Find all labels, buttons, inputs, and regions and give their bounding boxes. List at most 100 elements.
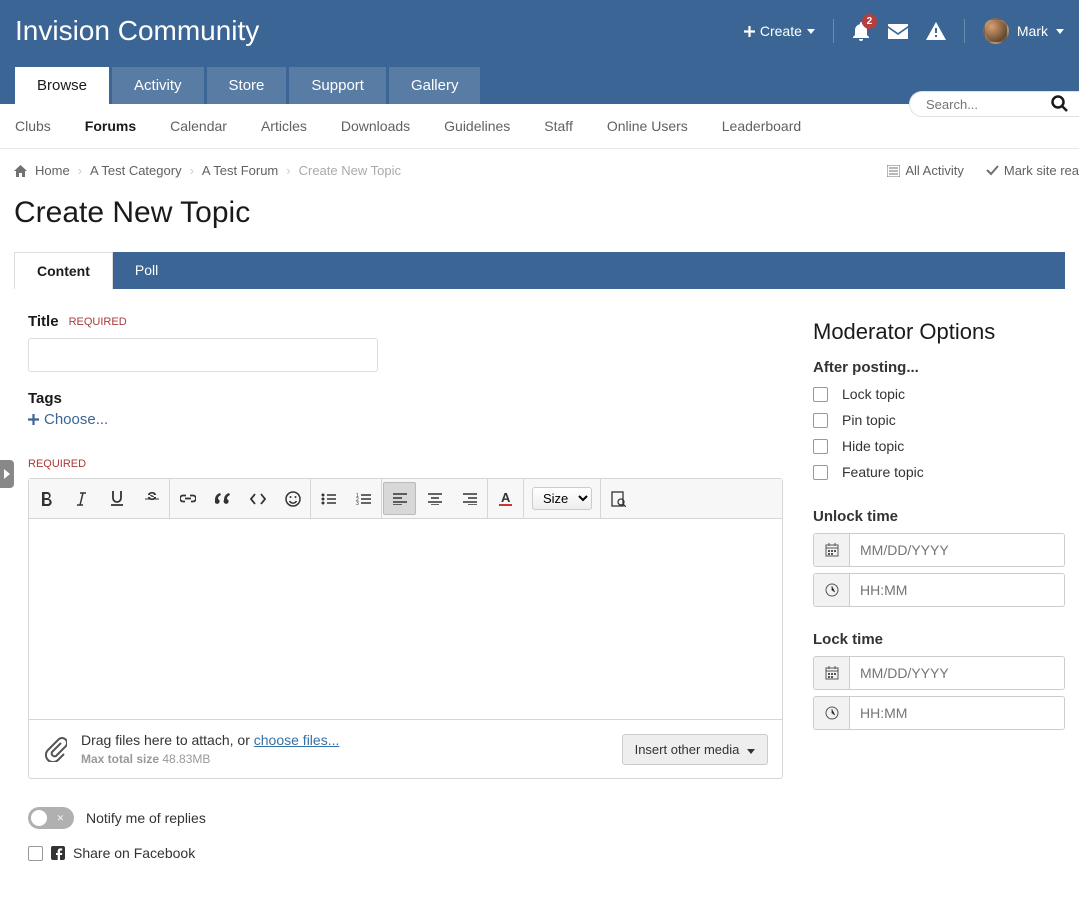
side-drawer-handle[interactable] — [0, 460, 14, 488]
attach-max: Max total size 48.83MB — [81, 752, 339, 766]
home-icon — [14, 165, 27, 177]
clock-icon — [825, 706, 839, 720]
avatar — [983, 18, 1009, 44]
feature-label: Feature topic — [842, 464, 924, 480]
after-posting-label: After posting... — [813, 359, 1065, 376]
breadcrumb: Home › A Test Category › A Test Forum › … — [14, 163, 401, 178]
nav-store[interactable]: Store — [207, 67, 287, 104]
pin-checkbox[interactable] — [813, 413, 828, 428]
warning-icon — [926, 22, 946, 40]
title-input[interactable] — [28, 338, 378, 372]
required-badge: REQUIRED — [28, 458, 86, 470]
subnav-guidelines[interactable]: Guidelines — [444, 104, 510, 148]
underline-button[interactable] — [99, 479, 134, 518]
bold-button[interactable] — [29, 479, 64, 518]
caret-down-icon — [747, 749, 755, 754]
quote-button[interactable] — [205, 479, 240, 518]
search-icon[interactable] — [1051, 95, 1069, 113]
title-label: Title — [28, 313, 59, 330]
envelope-icon — [888, 24, 908, 39]
svg-text:A: A — [501, 491, 511, 505]
moderator-title: Moderator Options — [813, 319, 1065, 345]
reports-button[interactable] — [926, 22, 946, 40]
lock-label: Lock topic — [842, 386, 905, 402]
strike-button[interactable] — [134, 479, 169, 518]
plus-icon — [744, 26, 755, 37]
notify-label: Notify me of replies — [86, 810, 206, 826]
svg-text:3: 3 — [356, 501, 359, 505]
nav-gallery[interactable]: Gallery — [389, 67, 481, 104]
subnav-clubs[interactable]: Clubs — [15, 104, 51, 148]
subnav-forums[interactable]: Forums — [85, 104, 136, 148]
subnav-calendar[interactable]: Calendar — [170, 104, 227, 148]
hide-checkbox[interactable] — [813, 439, 828, 454]
size-select[interactable]: Size — [532, 487, 592, 510]
search-input[interactable] — [926, 97, 1051, 112]
align-center-button[interactable] — [417, 479, 452, 518]
messages-button[interactable] — [888, 24, 908, 39]
share-fb-checkbox[interactable] — [28, 846, 43, 861]
required-badge: REQUIRED — [69, 316, 127, 328]
form-tabs: Content Poll — [14, 252, 1065, 289]
breadcrumb-home[interactable]: Home — [35, 163, 70, 178]
tab-poll[interactable]: Poll — [113, 252, 180, 289]
lock-time-input[interactable] — [850, 697, 1064, 729]
choose-tags-button[interactable]: Choose... — [28, 411, 783, 428]
page-title: Create New Topic — [0, 192, 1079, 252]
emoji-button[interactable] — [275, 479, 310, 518]
nav-support[interactable]: Support — [289, 67, 386, 104]
align-right-button[interactable] — [452, 479, 487, 518]
lock-date-input[interactable] — [850, 657, 1064, 689]
editor-textarea[interactable] — [29, 519, 782, 719]
all-activity-link[interactable]: All Activity — [887, 163, 964, 178]
pin-label: Pin topic — [842, 412, 896, 428]
text-color-button[interactable]: A — [488, 479, 523, 518]
link-button[interactable] — [170, 479, 205, 518]
plus-icon — [28, 414, 39, 425]
unlock-date-input[interactable] — [850, 534, 1064, 566]
primary-nav: Browse Activity Store Support Gallery — [15, 67, 1064, 104]
create-button[interactable]: Create — [744, 23, 815, 39]
subnav-online[interactable]: Online Users — [607, 104, 688, 148]
lock-checkbox[interactable] — [813, 387, 828, 402]
unlock-time-input[interactable] — [850, 574, 1064, 606]
subnav-staff[interactable]: Staff — [544, 104, 573, 148]
feature-checkbox[interactable] — [813, 465, 828, 480]
notify-toggle[interactable]: ✕ — [28, 807, 74, 829]
subnav-leaderboard[interactable]: Leaderboard — [722, 104, 801, 148]
user-name: Mark — [1017, 23, 1048, 39]
unlock-label: Unlock time — [813, 508, 1065, 525]
user-menu[interactable]: Mark — [983, 18, 1064, 44]
attach-text: Drag files here to attach, or choose fil… — [81, 732, 339, 748]
notification-badge: 2 — [862, 14, 877, 29]
nav-activity[interactable]: Activity — [112, 67, 204, 104]
preview-button[interactable] — [601, 479, 636, 518]
ol-button[interactable]: 123 — [346, 479, 381, 518]
activity-icon — [887, 165, 900, 177]
caret-down-icon — [1056, 29, 1064, 34]
caret-down-icon — [807, 29, 815, 34]
facebook-icon — [51, 846, 65, 860]
choose-files-link[interactable]: choose files... — [254, 732, 340, 748]
align-left-button[interactable] — [383, 482, 416, 515]
site-title[interactable]: Invision Community — [15, 15, 259, 47]
calendar-icon — [825, 543, 839, 557]
tab-content[interactable]: Content — [14, 252, 113, 289]
breadcrumb-forum[interactable]: A Test Forum — [202, 163, 278, 178]
breadcrumb-current: Create New Topic — [299, 163, 401, 178]
breadcrumb-category[interactable]: A Test Category — [90, 163, 182, 178]
subnav-downloads[interactable]: Downloads — [341, 104, 410, 148]
code-button[interactable] — [240, 479, 275, 518]
italic-button[interactable] — [64, 479, 99, 518]
nav-browse[interactable]: Browse — [15, 67, 109, 104]
hide-label: Hide topic — [842, 438, 904, 454]
notifications-button[interactable]: 2 — [852, 21, 870, 41]
subnav-articles[interactable]: Articles — [261, 104, 307, 148]
mark-read-link[interactable]: Mark site rea — [986, 163, 1079, 178]
ul-button[interactable] — [311, 479, 346, 518]
insert-media-button[interactable]: Insert other media — [622, 734, 768, 765]
check-icon — [986, 165, 999, 176]
calendar-icon — [825, 666, 839, 680]
paperclip-icon — [43, 736, 67, 762]
search-box[interactable] — [909, 91, 1079, 117]
